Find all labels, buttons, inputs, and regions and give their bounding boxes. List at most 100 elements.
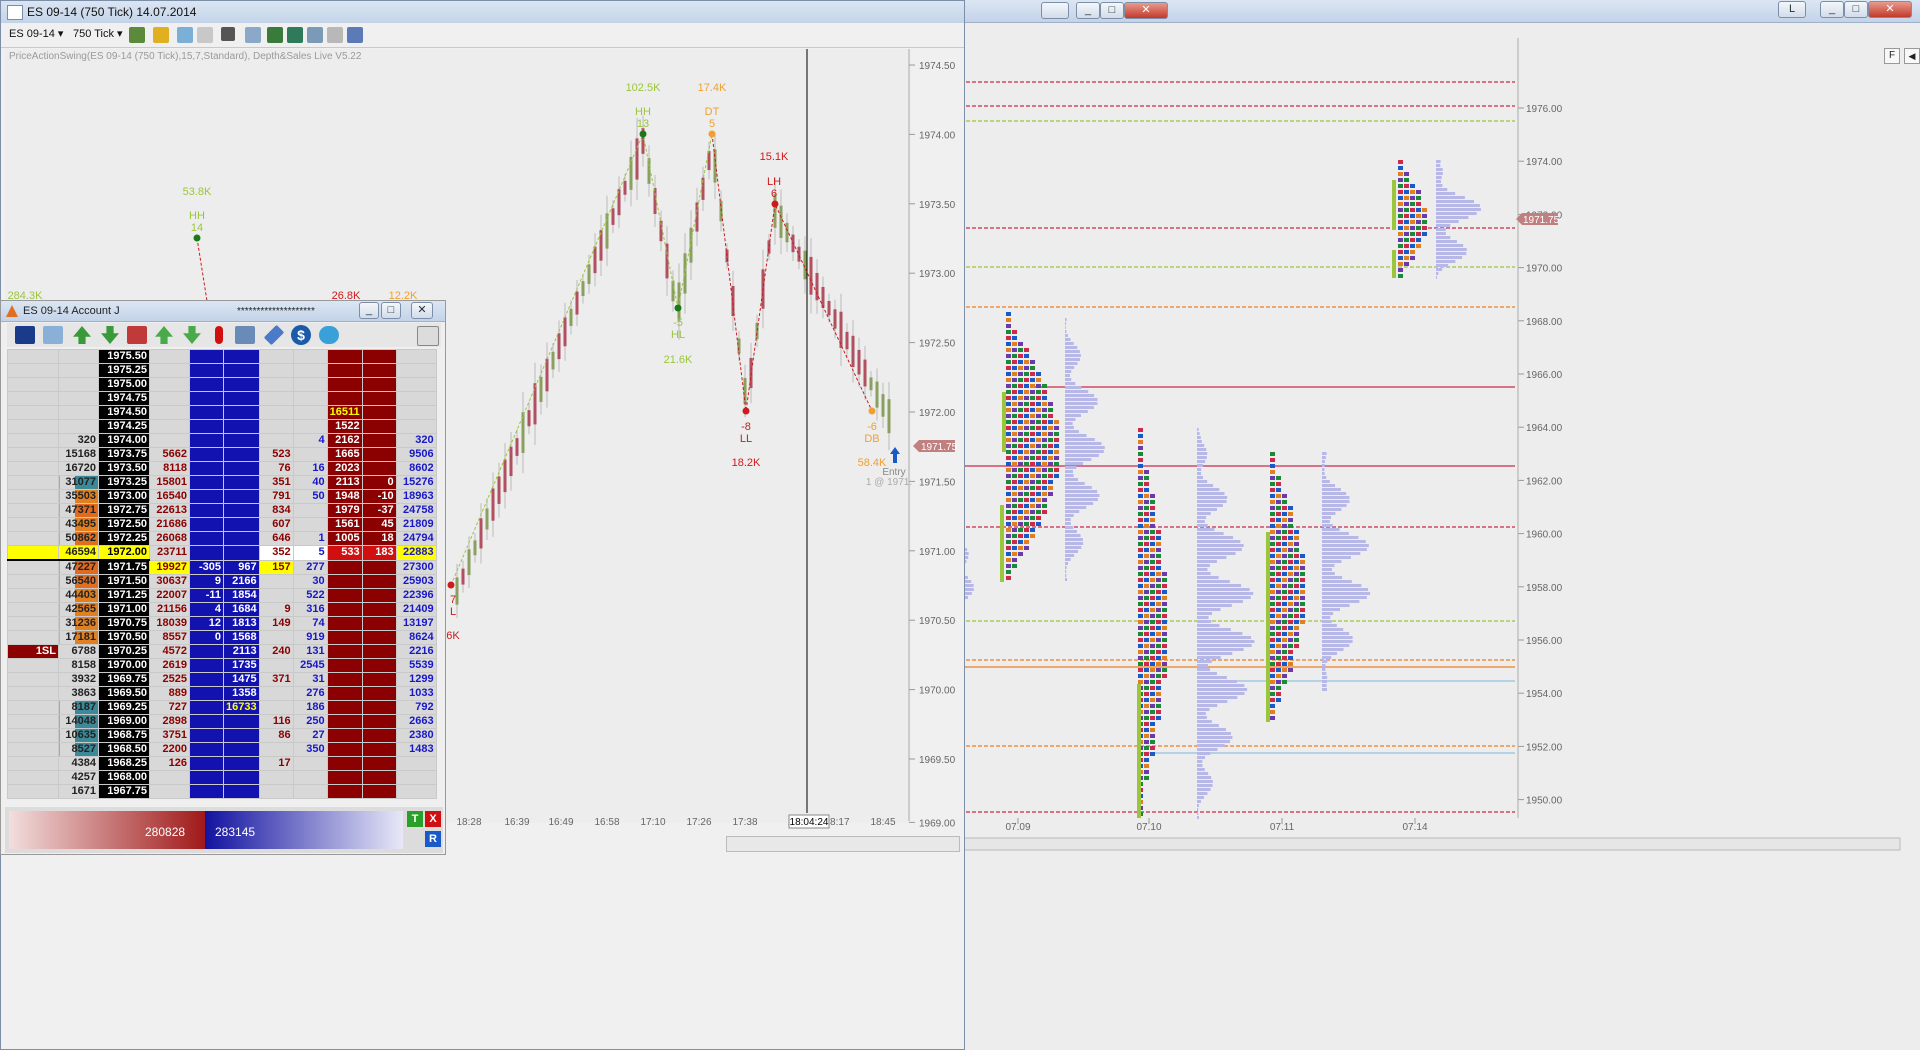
dom-row[interactable]: 14048 1969.00 2898 116 250 2663	[7, 714, 437, 729]
dom-cell-price[interactable]: 1968.75	[98, 728, 150, 743]
dom-cell-bid[interactable]	[223, 489, 260, 504]
dom-cell-askd[interactable]	[361, 433, 397, 448]
dom-row[interactable]: 1671 1967.75	[7, 784, 437, 799]
dom-cell-askd[interactable]	[361, 559, 397, 575]
dom-row[interactable]: 1974.50 16511	[7, 405, 437, 420]
dom-cell-bidd[interactable]	[189, 700, 224, 715]
dom-cell-ask[interactable]: 1522	[326, 419, 363, 434]
dom-cell-ask[interactable]	[326, 700, 363, 715]
dom-maximize-button[interactable]: □	[381, 302, 401, 319]
dom-cell-bid[interactable]	[223, 391, 260, 406]
dom-cell-ask[interactable]	[326, 602, 363, 617]
dom-row[interactable]: 16720 1973.50 8118 76 16 2023 8602	[7, 461, 437, 476]
dom-row[interactable]: 4257 1968.00	[7, 770, 437, 785]
dom-cell-price[interactable]: 1975.25	[98, 363, 150, 378]
dom-cell-price[interactable]: 1973.50	[98, 461, 150, 476]
dom-cell-askd[interactable]: 183	[361, 545, 397, 561]
dom-cell-bidd[interactable]: -11	[189, 588, 224, 603]
dom-row[interactable]: 1974.75	[7, 391, 437, 406]
dom-cell-price[interactable]: 1975.00	[98, 377, 150, 392]
dom-cell-askd[interactable]	[361, 728, 397, 743]
dom-cell-price[interactable]: 1969.25	[98, 700, 150, 715]
dom-cell-askd[interactable]	[361, 588, 397, 603]
dom-cell-askd[interactable]	[361, 616, 397, 631]
dom-cell-askd[interactable]	[361, 700, 397, 715]
dom-cell-price[interactable]: 1968.50	[98, 742, 150, 757]
dom-cell-bid[interactable]: 1735	[223, 658, 260, 673]
dom-cell-price[interactable]: 1973.75	[98, 447, 150, 462]
dom-cell-price[interactable]: 1973.25	[98, 475, 150, 490]
dom-cell-askd[interactable]	[361, 461, 397, 476]
dom-row[interactable]: 31077 1973.25 15801 351 40 2113 0 15276	[7, 475, 437, 490]
dom-cell-bid[interactable]	[223, 475, 260, 490]
dom-cell-ask[interactable]	[326, 574, 363, 589]
dom-cell-price[interactable]: 1970.75	[98, 616, 150, 631]
dom-row[interactable]: 47227 1971.75 19927 -305 967 157 277 27300	[7, 559, 437, 575]
dom-cell-ask[interactable]	[326, 559, 363, 575]
dom-cell-price[interactable]: 1972.00	[98, 545, 150, 561]
dom-cell-price[interactable]: 1972.75	[98, 503, 150, 518]
dom-cell-bidd[interactable]	[189, 461, 224, 476]
dom-cell-bidd[interactable]	[189, 531, 224, 546]
dom-cell-price[interactable]: 1971.75	[98, 559, 150, 575]
dom-cell-bidd[interactable]	[189, 658, 224, 673]
dom-cell-askd[interactable]: -37	[361, 503, 397, 518]
dom-cell-askd[interactable]	[361, 363, 397, 378]
dom-cell-bidd[interactable]: 4	[189, 602, 224, 617]
dom-cell-ask[interactable]: 16511	[326, 405, 363, 420]
dom-cell-ask[interactable]	[326, 770, 363, 785]
dom-cell-bid[interactable]	[223, 756, 260, 771]
dom-cell-ask[interactable]	[326, 714, 363, 729]
dom-cell-askd[interactable]	[361, 784, 397, 799]
dom-cell-bid[interactable]	[223, 377, 260, 392]
dom-cell-bidd[interactable]	[189, 377, 224, 392]
dom-cell-price[interactable]: 1967.75	[98, 784, 150, 799]
dom-row[interactable]: 1975.00	[7, 377, 437, 392]
dom-cell-bidd[interactable]: -305	[189, 559, 224, 575]
dom-row[interactable]: 44403 1971.25 22007 -11 1854 522 22396	[7, 588, 437, 603]
dom-cell-bid[interactable]: 1358	[223, 686, 260, 701]
dom-cell-price[interactable]: 1975.50	[98, 349, 150, 364]
dom-cell-askd[interactable]: 18	[361, 531, 397, 546]
dom-cell-bidd[interactable]	[189, 391, 224, 406]
dom-cell-price[interactable]: 1974.75	[98, 391, 150, 406]
profile-scrollbar[interactable]	[960, 837, 1901, 851]
dom-cell-ask[interactable]: 1005	[326, 531, 363, 546]
dom-cell-price[interactable]: 1971.25	[98, 588, 150, 603]
dom-row[interactable]: 43495 1972.50 21686 607 1561 45 21809	[7, 517, 437, 532]
chart-minimize-button[interactable]: _	[1076, 2, 1100, 19]
dom-cell-ask[interactable]	[326, 658, 363, 673]
dom-cell-bidd[interactable]	[189, 349, 224, 364]
dom-row[interactable]: 8527 1968.50 2200 350 1483	[7, 742, 437, 757]
dom-cell-bidd[interactable]	[189, 728, 224, 743]
dom-cell-bidd[interactable]	[189, 756, 224, 771]
dom-cell-bid[interactable]	[223, 349, 260, 364]
dom-cell-ask[interactable]	[326, 391, 363, 406]
dom-row[interactable]: 15168 1973.75 5662 523 1665 9506	[7, 447, 437, 462]
dom-row[interactable]: 31236 1970.75 18039 12 1813 149 74 13197	[7, 616, 437, 631]
dom-cell-price[interactable]: 1968.00	[98, 770, 150, 785]
dom-cell-price[interactable]: 1971.50	[98, 574, 150, 589]
settings-wrench-icon[interactable]	[263, 324, 285, 346]
chart-link-button[interactable]	[1041, 2, 1069, 19]
dom-row[interactable]: 320 1974.00 4 2162 320	[7, 433, 437, 448]
dom-cell-bid[interactable]	[223, 714, 260, 729]
dom-cell-bid[interactable]	[223, 447, 260, 462]
dom-cell-bid[interactable]	[223, 363, 260, 378]
dom-cell-askd[interactable]	[361, 770, 397, 785]
dom-cell-ask[interactable]: 2023	[326, 461, 363, 476]
cancel-orders-icon[interactable]	[43, 326, 63, 344]
center-dom-icon[interactable]	[15, 326, 35, 344]
dom-cell-askd[interactable]	[361, 447, 397, 462]
dom-cell-askd[interactable]	[361, 349, 397, 364]
dom-cell-askd[interactable]	[361, 742, 397, 757]
dom-row[interactable]: 17181 1970.50 8557 0 1568 919 8624	[7, 630, 437, 645]
dom-cell-ask[interactable]	[326, 728, 363, 743]
dom-row[interactable]: 42565 1971.00 21156 4 1684 9 316 21409	[7, 602, 437, 617]
dom-cell-askd[interactable]	[361, 630, 397, 645]
buy-limit-icon[interactable]	[155, 326, 173, 344]
dom-cell-price[interactable]: 1973.00	[98, 489, 150, 504]
dom-cell-ask[interactable]	[326, 686, 363, 701]
sell-market-icon[interactable]	[101, 326, 119, 344]
dom-cell-bidd[interactable]	[189, 489, 224, 504]
